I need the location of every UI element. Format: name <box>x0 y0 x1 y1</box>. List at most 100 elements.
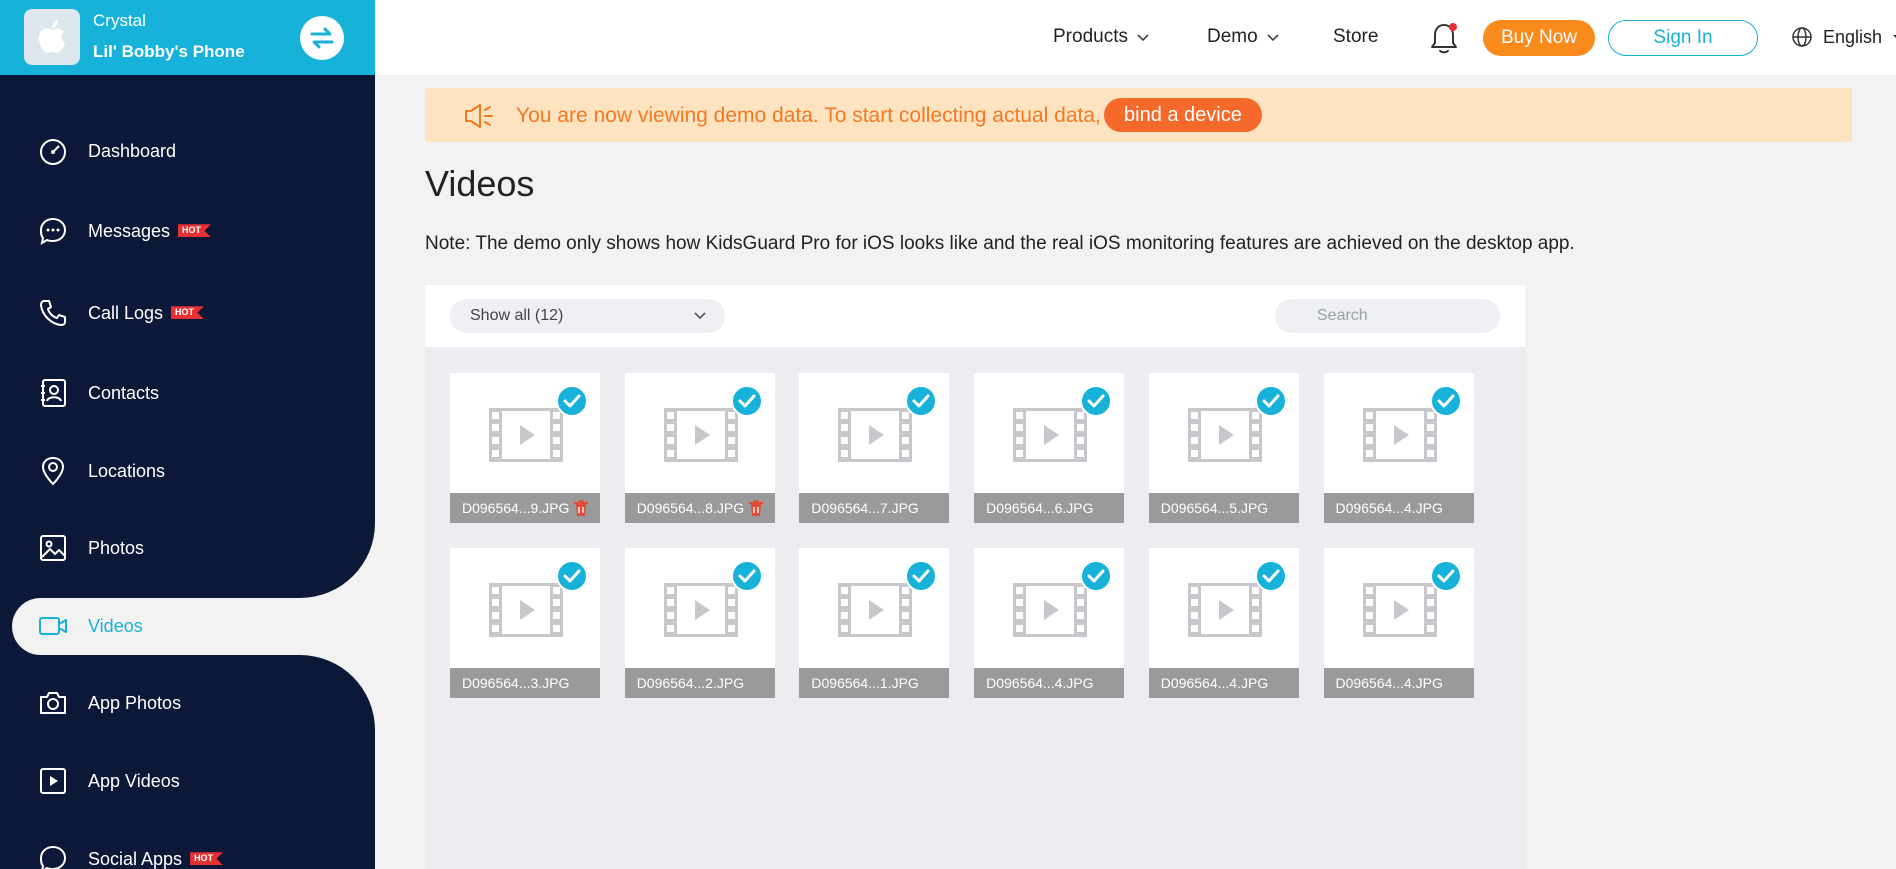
chevron-down-icon <box>1137 33 1149 41</box>
sidebar: Crystal Lil' Bobby's Phone Dashboard Mes… <box>0 0 387 869</box>
video-caption: D096564...6.JPG <box>974 493 1125 523</box>
video-tile[interactable]: D096564...2.JPG <box>624 548 775 698</box>
video-caption: D096564...7.JPG <box>799 493 950 523</box>
check-circle-icon[interactable] <box>1254 385 1287 417</box>
demo-banner: You are now viewing demo data. To start … <box>425 88 1852 142</box>
sidebar-item-locations[interactable]: Locations <box>0 439 375 503</box>
search-input[interactable] <box>1275 299 1500 333</box>
sidebar-item-app-photos[interactable]: App Photos <box>0 671 375 735</box>
sidebar-item-videos[interactable]: Videos <box>0 594 375 658</box>
contacts-icon <box>36 376 70 410</box>
device-owner: Crystal <box>93 11 146 30</box>
check-circle-icon[interactable] <box>905 385 938 417</box>
bind-device-button[interactable]: bind a device <box>1104 98 1262 132</box>
video-filename: D096564...4.JPG <box>1160 675 1269 691</box>
language-selector[interactable]: English <box>1791 26 1896 48</box>
globe-icon <box>1792 27 1812 47</box>
video-filename: D096564...4.JPG <box>1335 500 1443 516</box>
device-name: Lil' Bobby's Phone <box>93 42 245 61</box>
sidebar-item-label: Dashboard <box>88 140 177 161</box>
check-circle-icon[interactable] <box>1254 560 1287 592</box>
video-filename: D096564...5.JPG <box>1160 500 1269 516</box>
products-menu[interactable]: Products <box>1053 26 1150 48</box>
megaphone-icon <box>465 104 493 128</box>
sidebar-item-app-videos[interactable]: App Videos <box>0 749 375 813</box>
panel-toolbar: Show all (12) <box>425 285 1525 347</box>
check-circle-icon[interactable] <box>1429 385 1462 417</box>
check-circle-icon[interactable] <box>556 385 588 417</box>
video-tile[interactable]: D096564...3.JPG <box>450 548 600 698</box>
delete-button[interactable] <box>573 499 589 517</box>
sidebar-item-label: Locations <box>88 460 166 481</box>
delete-button[interactable] <box>748 499 764 517</box>
check-circle-icon[interactable] <box>905 560 938 592</box>
swap-icon <box>310 27 334 49</box>
video-file-icon <box>489 408 563 462</box>
sidebar-item-label: App Photos <box>88 692 182 713</box>
video-file-icon <box>1013 583 1088 637</box>
sidebar-item-label: Videos <box>88 615 143 636</box>
filter-dropdown[interactable]: Show all (12) <box>450 299 725 333</box>
video-caption: D096564...4.JPG <box>974 668 1125 698</box>
video-tile[interactable]: D096564...5.JPG <box>1148 373 1299 523</box>
chat-icon <box>36 842 70 869</box>
sidebar-item-label: Contacts <box>88 382 160 403</box>
check-circle-icon[interactable] <box>1080 385 1113 417</box>
buy-now-button[interactable]: Buy Now <box>1483 20 1595 56</box>
demo-menu[interactable]: Demo <box>1207 26 1280 48</box>
messages-icon <box>36 214 70 248</box>
video-caption: D096564...4.JPG <box>1148 668 1299 698</box>
video-tile[interactable]: D096564...4.JPG <box>1323 548 1474 698</box>
page-title: Videos <box>425 163 535 204</box>
video-filename: D096564...7.JPG <box>811 500 919 516</box>
check-circle-icon[interactable] <box>1429 560 1462 592</box>
video-file-icon <box>663 408 738 462</box>
top-nav: Products Demo Store Buy Now Sign In Engl… <box>375 0 1896 75</box>
video-filename: D096564...4.JPG <box>986 675 1094 691</box>
sign-in-button[interactable]: Sign In <box>1608 20 1758 56</box>
video-tile[interactable]: D096564...9.JPG <box>450 373 600 523</box>
hot-badge: HOT <box>178 224 212 238</box>
video-caption: D096564...4.JPG <box>1323 493 1474 523</box>
trash-icon <box>749 500 764 516</box>
sidebar-item-social-apps[interactable]: Social Apps HOT <box>0 827 375 869</box>
sidebar-item-call-logs[interactable]: Call Logs HOT <box>0 281 375 345</box>
videos-panel: Show all (12) D096564...9.JPG D096564...8… <box>425 285 1525 869</box>
sidebar-item-label: Social Apps <box>88 848 183 869</box>
video-caption: D096564...8.JPG <box>624 493 775 523</box>
video-tile[interactable]: D096564...1.JPG <box>799 548 950 698</box>
sidebar-item-label: Call Logs <box>88 302 164 323</box>
video-tile[interactable]: D096564...8.JPG <box>624 373 775 523</box>
sidebar-item-messages[interactable]: Messages HOT <box>0 199 375 263</box>
video-tile[interactable]: D096564...4.JPG <box>1148 548 1299 698</box>
sidebar-item-dashboard[interactable]: Dashboard <box>0 119 375 183</box>
video-tile[interactable]: D096564...7.JPG <box>799 373 950 523</box>
video-filename: D096564...3.JPG <box>462 675 570 691</box>
check-circle-icon[interactable] <box>730 560 763 592</box>
video-tile[interactable]: D096564...4.JPG <box>1323 373 1474 523</box>
store-link[interactable]: Store <box>1333 26 1378 48</box>
video-caption: D096564...3.JPG <box>450 668 600 698</box>
trash-icon <box>574 500 589 516</box>
video-caption: D096564...2.JPG <box>624 668 775 698</box>
switch-device-button[interactable] <box>300 16 344 60</box>
notification-bell-icon[interactable] <box>1428 20 1460 61</box>
camera-icon <box>36 686 70 720</box>
video-caption: D096564...4.JPG <box>1323 668 1474 698</box>
video-tile[interactable]: D096564...6.JPG <box>974 373 1125 523</box>
video-filename: D096564...6.JPG <box>986 500 1094 516</box>
check-circle-icon[interactable] <box>730 385 763 417</box>
chevron-down-icon <box>1267 33 1279 41</box>
video-file-icon <box>663 583 738 637</box>
video-tile[interactable]: D096564...4.JPG <box>974 548 1125 698</box>
check-circle-icon[interactable] <box>556 560 588 592</box>
sidebar-item-contacts[interactable]: Contacts <box>0 361 375 425</box>
video-file-icon <box>1187 408 1262 462</box>
phone-icon <box>36 296 70 330</box>
sidebar-item-photos[interactable]: Photos <box>0 516 375 580</box>
sidebar-item-label: App Videos <box>88 770 180 791</box>
video-caption: D096564...5.JPG <box>1148 493 1299 523</box>
language-label: English <box>1823 26 1883 47</box>
video-file-icon <box>1187 583 1262 637</box>
check-circle-icon[interactable] <box>1080 560 1113 592</box>
